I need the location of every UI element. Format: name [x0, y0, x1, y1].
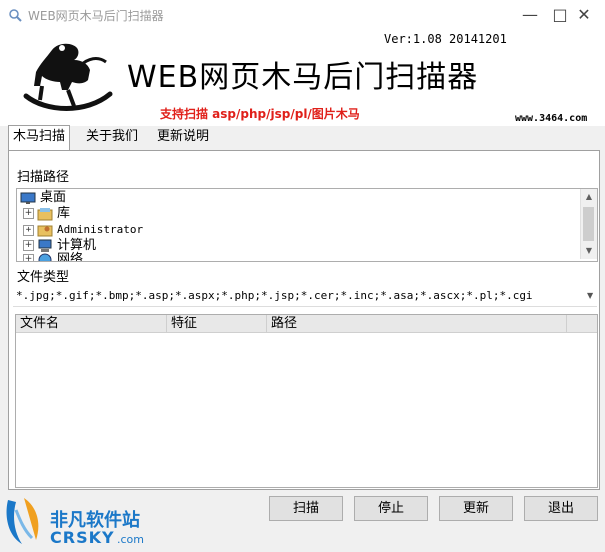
- file-type-value[interactable]: *.jpg;*.gif;*.bmp;*.asp;*.aspx;*.php;*.j…: [16, 289, 533, 302]
- desktop-icon: [20, 192, 36, 204]
- tree-scrollbar[interactable]: ▲ ▼: [580, 189, 597, 259]
- results-list[interactable]: 文件名 特征 路径: [15, 314, 598, 488]
- tree-item-label: Administrator: [57, 223, 144, 236]
- tree-item-network[interactable]: + 网络: [23, 252, 84, 262]
- scroll-thumb[interactable]: [583, 207, 594, 241]
- rocking-horse-logo: [23, 43, 113, 111]
- stop-button[interactable]: 停止: [354, 496, 428, 521]
- scan-path-label: 扫描路径: [17, 170, 70, 185]
- website-url: www.3464.com: [515, 113, 588, 124]
- file-type-label: 文件类型: [17, 270, 70, 285]
- chevron-down-icon[interactable]: ▼: [587, 291, 593, 300]
- subtitle: 支持扫描 asp/php/jsp/pl/图片木马: [160, 107, 360, 121]
- scroll-down-icon[interactable]: ▼: [581, 243, 597, 259]
- tree-item-administrator[interactable]: + Administrator: [23, 222, 143, 238]
- computer-icon: [38, 239, 52, 252]
- tree-item-library[interactable]: + 库: [23, 206, 70, 222]
- column-header-filler: [567, 315, 597, 333]
- app-icon: [9, 9, 22, 22]
- tab-about-us[interactable]: 关于我们: [82, 126, 142, 148]
- tree-item-label: 计算机: [57, 238, 97, 253]
- tab-bar: 木马扫描 关于我们 更新说明: [8, 125, 248, 150]
- app-title: WEB网页木马后门扫描器: [127, 60, 479, 95]
- watermark-dotcom: .com: [117, 533, 144, 546]
- scan-path-tree[interactable]: 桌面 + 库 + Administrator + 计算机 + 网络 ▲ ▼: [16, 188, 598, 262]
- column-header-signature[interactable]: 特征: [167, 315, 267, 333]
- tree-item-label: 网络: [57, 252, 84, 262]
- expand-icon[interactable]: +: [23, 254, 34, 261]
- network-icon: [38, 253, 52, 261]
- watermark-en: CRSKY: [50, 528, 115, 547]
- exit-button[interactable]: 退出: [524, 496, 598, 521]
- expand-icon[interactable]: +: [23, 240, 34, 251]
- crsky-watermark: 非凡软件站 CRSKY .com: [0, 492, 160, 552]
- expand-icon[interactable]: +: [23, 224, 34, 236]
- tree-item-desktop[interactable]: 桌面: [20, 190, 66, 206]
- scroll-up-icon[interactable]: ▲: [581, 189, 597, 205]
- tab-update-notes[interactable]: 更新说明: [153, 126, 213, 148]
- crsky-logo-icon: [6, 498, 39, 544]
- scan-button[interactable]: 扫描: [269, 496, 343, 521]
- update-button[interactable]: 更新: [439, 496, 513, 521]
- tree-item-label: 库: [57, 206, 71, 221]
- expand-icon[interactable]: +: [23, 208, 34, 219]
- library-icon: [37, 207, 53, 220]
- minimize-button[interactable]: —: [515, 0, 545, 30]
- close-button[interactable]: ✕: [569, 0, 599, 30]
- window-title: WEB网页木马后门扫描器: [28, 9, 164, 23]
- tree-item-label: 桌面: [40, 190, 67, 205]
- user-folder-icon: [37, 225, 53, 237]
- column-header-path[interactable]: 路径: [267, 315, 567, 333]
- tab-trojan-scan[interactable]: 木马扫描: [8, 125, 71, 150]
- version-label: Ver:1.08 20141201: [384, 32, 507, 46]
- column-header-filename[interactable]: 文件名: [16, 315, 167, 333]
